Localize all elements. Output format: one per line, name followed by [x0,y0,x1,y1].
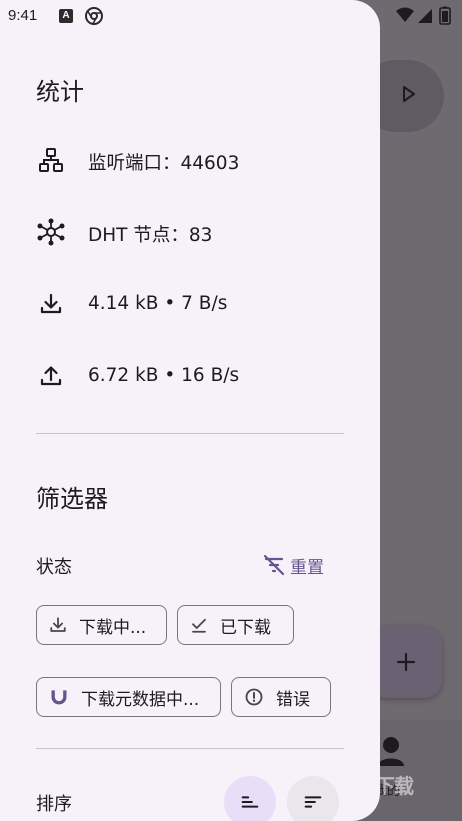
stats-title: 统计 [36,78,84,106]
listen-port-row: 监听端口：44603 [36,145,239,175]
dht-nodes-row: DHT 节点：83 [36,217,212,247]
add-fab[interactable] [370,626,442,698]
chip-downloading[interactable]: 下载中... [36,605,167,645]
download-icon [36,289,66,319]
state-label: 状态 [36,557,72,578]
download-stats-row: 4.14 kB • 7 B/s [36,289,227,319]
person-icon[interactable] [378,736,404,770]
browser-icon [85,7,103,25]
download-stats-text: 4.14 kB • 7 B/s [88,293,228,314]
chip-error-label: 错误 [276,689,310,710]
status-icons [394,6,456,30]
sort-descending-button[interactable] [287,776,339,821]
listen-port-text: 监听端口：44603 [88,153,240,174]
sort-descending-icon [304,796,322,808]
divider [36,433,344,434]
sort-label: 排序 [36,794,72,815]
filter-off-icon [263,554,285,576]
done-icon [192,618,206,633]
upload-stats-row: 6.72 kB • 16 B/s [36,361,239,391]
sort-ascending-button[interactable] [224,776,276,821]
status-time: 9:41 [8,7,38,24]
chip-metadata-label: 下载元数据中... [81,689,200,710]
dht-nodes-text: DHT 节点：83 [88,225,213,246]
hub-icon [36,217,66,247]
network-icon [36,145,66,175]
divider [36,748,344,749]
reset-label: 重置 [290,557,324,578]
upload-stats-text: 6.72 kB • 16 B/s [88,365,240,386]
reset-filters-button[interactable]: 重置 [262,550,324,580]
sort-ascending-icon [241,796,259,808]
chip-downloading-label: 下载中... [79,617,147,638]
error-icon [245,688,263,706]
download-icon [50,617,66,632]
navigation-drawer: 统计 监听端口：44603 DHT 节点：83 4.14 kB • 7 B/s … [0,0,380,821]
plus-icon [396,652,416,672]
upload-icon [36,361,66,391]
wifi-icon [396,7,414,22]
chip-metadata[interactable]: 下载元数据中... [36,677,221,717]
magnet-icon [51,690,67,705]
chip-downloaded[interactable]: 已下载 [177,605,294,645]
status-bar: 9:41 A [0,0,462,32]
chip-downloaded-label: 已下载 [220,617,271,638]
notification-a-icon: A [59,9,73,23]
filters-title: 筛选器 [36,485,108,513]
chip-error[interactable]: 错误 [231,677,331,717]
signal-icon [418,9,432,23]
play-icon [403,86,415,102]
